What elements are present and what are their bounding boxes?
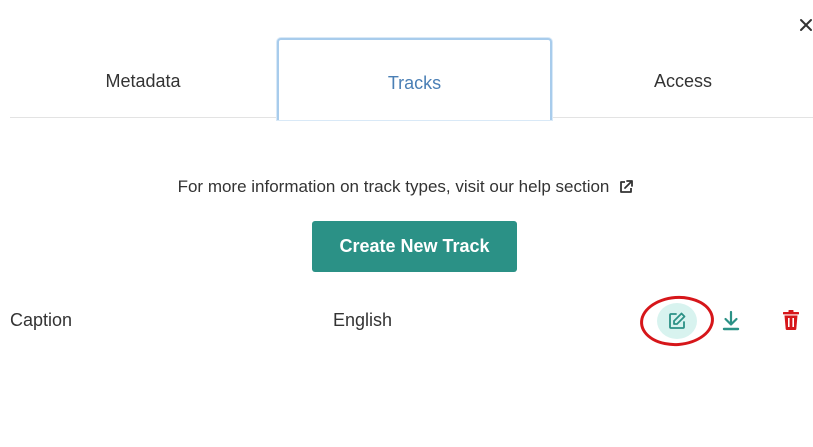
tab-tracks[interactable]: Tracks xyxy=(277,38,552,120)
close-button[interactable] xyxy=(798,12,813,38)
track-type: Caption xyxy=(10,310,73,330)
download-icon xyxy=(722,310,740,331)
help-info-text: For more information on track types, vis… xyxy=(177,177,610,196)
edit-highlight-circle xyxy=(638,293,716,349)
tracks-panel: Metadata Tracks Access For more informat… xyxy=(0,0,813,447)
download-track-button[interactable] xyxy=(721,310,741,332)
help-info: For more information on track types, vis… xyxy=(0,174,813,200)
delete-track-button[interactable] xyxy=(782,309,800,331)
close-icon xyxy=(800,19,812,31)
tab-metadata[interactable]: Metadata xyxy=(10,38,276,118)
track-row: Caption English xyxy=(0,293,813,349)
external-link-icon[interactable] xyxy=(617,178,635,196)
edit-track-button[interactable] xyxy=(638,293,716,349)
create-new-track-button[interactable]: Create New Track xyxy=(312,221,517,272)
tab-access[interactable]: Access xyxy=(553,38,813,118)
tab-bar: Metadata Tracks Access xyxy=(10,38,813,120)
track-language: English xyxy=(333,310,393,330)
trash-icon xyxy=(783,310,799,330)
